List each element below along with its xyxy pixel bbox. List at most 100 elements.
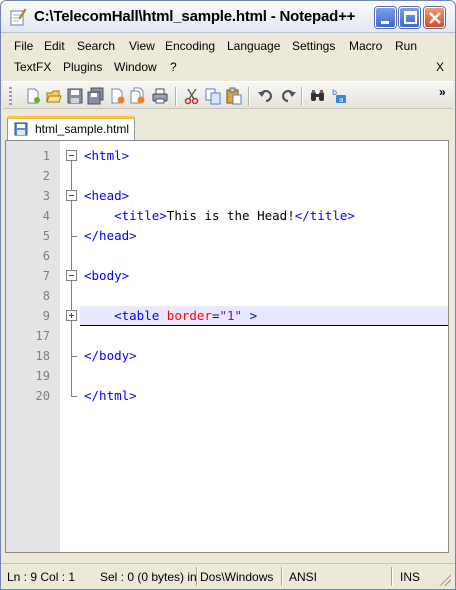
line-number-gutter: 1 2 3 4 5 6 7 8 9 17 18 19 20 [6,141,60,552]
window-title: C:\TelecomHall\html_sample.html - Notepa… [34,8,356,25]
status-position: Ln : 9 Col : 1 [7,570,76,584]
code-line[interactable]: <title>This is the Head!</title> [84,206,355,226]
menu-encoding[interactable]: Encoding [165,39,215,53]
code-token: <title> [114,208,167,223]
new-file-icon[interactable] [24,87,42,105]
line-number: 9 [42,309,50,323]
toolbar-separator [175,87,176,106]
status-insert-mode: INS [400,570,421,584]
notepad-app-icon [10,8,26,26]
fold-collapse-button[interactable] [66,270,77,281]
code-line[interactable]: <table border="1" > [84,306,257,326]
toolbar-overflow-button[interactable]: » [439,85,446,99]
menu-edit[interactable]: Edit [44,39,65,53]
copy-icon[interactable] [204,87,222,105]
code-token: <html> [84,148,130,163]
maximize-button[interactable] [399,7,420,28]
line-number: 7 [42,269,50,283]
notepad-window: C:\TelecomHall\html_sample.html - Notepa… [0,0,456,590]
menu-textfx[interactable]: TextFX [14,60,51,74]
minimize-button[interactable] [375,7,396,28]
toolbar-separator [248,87,249,106]
redo-icon[interactable] [279,87,297,105]
code-line[interactable]: </head> [84,226,137,246]
menu-run[interactable]: Run [395,39,417,53]
fold-expand-button[interactable] [66,310,77,321]
open-file-icon[interactable] [45,87,63,105]
toolbar-separator [301,87,302,106]
close-all-icon[interactable] [129,87,147,105]
close-window-button[interactable] [424,7,445,28]
fold-collapse-button[interactable] [66,150,77,161]
cut-icon[interactable] [183,87,201,105]
save-all-icon[interactable] [87,87,105,105]
replace-icon[interactable]: ba [331,87,349,105]
code-token: </title> [294,208,355,223]
fold-margin[interactable] [60,141,80,552]
minimize-icon [381,21,389,24]
code-token: <head> [84,188,130,203]
fold-end-marker [71,396,77,397]
menu-plugins[interactable]: Plugins [63,60,102,74]
line-number: 20 [35,389,50,403]
menu-macro[interactable]: Macro [349,39,382,53]
toolbar: ba » [3,81,453,109]
fold-end-marker [71,236,77,237]
print-icon[interactable] [151,87,169,105]
menu-file[interactable]: File [14,39,33,53]
close-document-button[interactable]: X [436,60,444,74]
line-number: 17 [35,329,50,343]
line-number: 4 [42,209,50,223]
code-line[interactable]: </body> [84,346,137,366]
menu-search[interactable]: Search [77,39,115,53]
status-separator [281,567,282,586]
menu-view[interactable]: View [129,39,155,53]
paste-icon[interactable] [225,87,243,105]
find-icon[interactable] [309,87,327,105]
status-eol-format: Dos\Windows [200,570,274,584]
code-token: </html> [84,388,137,403]
close-file-icon[interactable] [108,87,126,105]
code-line[interactable]: <head> [84,186,129,206]
line-number: 18 [35,349,50,363]
code-token: <table [114,308,167,323]
fold-collapse-button[interactable] [66,190,77,201]
code-line[interactable]: <html> [84,146,129,166]
saved-file-icon [14,122,28,136]
tab-html-sample[interactable]: html_sample.html [7,116,135,140]
toolbar-grip[interactable] [9,87,12,106]
fold-end-marker [71,356,77,357]
close-icon [429,12,441,24]
code-line[interactable]: </html> [84,386,137,406]
menu-window[interactable]: Window [114,60,157,74]
menu-bar-row2: TextFX Plugins Window ? [1,57,455,78]
editor-area[interactable]: 1 2 3 4 5 6 7 8 9 17 18 19 20 <html> <head> <title>Th… [5,140,449,553]
line-number: 8 [42,289,50,303]
line-number: 6 [42,249,50,263]
code-token: "1" [219,308,243,323]
resize-grip[interactable] [439,574,451,586]
undo-icon[interactable] [257,87,275,105]
line-number: 2 [42,169,50,183]
status-bar: Ln : 9 Col : 1 Sel : 0 (0 bytes) in Dos\… [1,563,455,589]
title-bar[interactable]: C:\TelecomHall\html_sample.html - Notepa… [1,1,455,33]
code-token: </body> [84,348,137,363]
line-number: 1 [42,149,50,163]
code-token: border [166,308,212,323]
menu-settings[interactable]: Settings [292,39,335,53]
maximize-icon [404,11,417,24]
code-token: </head> [84,228,137,243]
save-icon[interactable] [66,87,84,105]
code-token: > [242,308,258,323]
status-selection: Sel : 0 (0 bytes) in [100,570,196,584]
svg-text:a: a [339,96,343,104]
status-separator [196,567,197,586]
code-line[interactable]: <body> [84,266,129,286]
menu-language[interactable]: Language [227,39,280,53]
code-text[interactable]: <html> <head> <title>This is the Head!</t… [80,141,448,552]
code-token: This is the Head! [166,208,295,223]
menu-help[interactable]: ? [170,60,177,74]
status-separator [391,567,392,586]
